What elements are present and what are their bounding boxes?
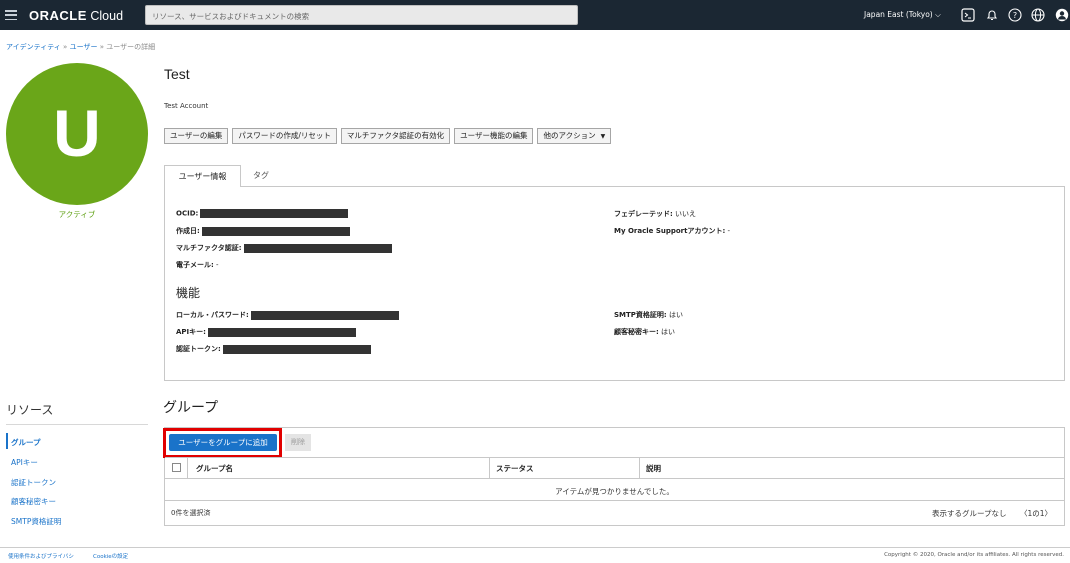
email-field: 電子メール: - xyxy=(176,261,219,269)
capabilities-heading: 機能 xyxy=(176,286,201,300)
reset-password-button[interactable]: パスワードの作成/リセット xyxy=(232,128,337,144)
breadcrumb-users[interactable]: ユーザー xyxy=(70,43,98,51)
auth-token-field: 認証トークン: xyxy=(176,344,371,354)
column-group-name[interactable]: グループ名 xyxy=(196,463,233,474)
enable-mfa-button[interactable]: マルチファクタ認証の有効化 xyxy=(340,128,451,144)
showing-text: 表示するグループなし xyxy=(932,509,1007,518)
divider xyxy=(0,547,1070,548)
support-account-field: My Oracle Supportアカウント: - xyxy=(614,227,731,235)
groups-heading: グループ xyxy=(163,399,219,415)
divider xyxy=(165,500,1064,501)
redacted-value xyxy=(207,327,356,337)
redacted-value xyxy=(250,310,399,320)
resources-heading: リソース xyxy=(6,403,54,417)
breadcrumb-current: ユーザーの詳細 xyxy=(106,43,156,51)
copyright: Copyright © 2020, Oracle and/or its affi… xyxy=(884,552,1064,558)
page-title: Test xyxy=(164,66,190,82)
redacted-value xyxy=(200,209,349,218)
highlight-box xyxy=(163,428,282,458)
sidebar-item-smtp-credentials[interactable]: SMTP資格証明 xyxy=(11,516,61,527)
column-status[interactable]: ステータス xyxy=(496,463,534,474)
caret-down-icon: ▼ xyxy=(600,133,606,140)
redacted-value xyxy=(243,243,392,253)
help-icon[interactable]: ? xyxy=(1008,8,1022,22)
sidebar-item-auth-tokens[interactable]: 認証トークン xyxy=(11,477,56,488)
cookie-settings-link[interactable]: Cookieの設定 xyxy=(93,552,128,560)
chevron-down-icon: ⌵ xyxy=(935,10,941,19)
divider xyxy=(6,424,148,425)
breadcrumb-identity[interactable]: アイデンティティ xyxy=(6,43,61,51)
sidebar-item-groups[interactable]: グループ xyxy=(11,437,41,448)
more-actions-button[interactable]: 他のアクション ▼ xyxy=(537,128,612,144)
next-page-icon[interactable]: 〉 xyxy=(1045,509,1053,518)
prev-page-icon[interactable]: 〈 xyxy=(1020,509,1028,518)
globe-icon[interactable] xyxy=(1031,8,1045,22)
select-all-checkbox[interactable] xyxy=(172,463,181,472)
sidebar-item-api-keys[interactable]: APIキー xyxy=(11,457,38,468)
empty-message: アイテムが見つかりませんでした。 xyxy=(555,487,674,496)
column-divider xyxy=(639,458,640,479)
search-input[interactable]: リソース、サービスおよびドキュメントの検索 xyxy=(145,5,578,25)
created-field: 作成日: xyxy=(176,226,350,236)
redacted-value xyxy=(201,226,350,236)
column-divider xyxy=(187,458,188,479)
user-status: アクティブ xyxy=(58,210,96,219)
menu-icon[interactable] xyxy=(5,10,17,21)
svg-text:?: ? xyxy=(1013,11,1017,20)
redacted-value xyxy=(222,344,371,354)
user-description: Test Account xyxy=(164,102,209,110)
oracle-cloud-logo[interactable]: ORACLE Cloud xyxy=(29,8,123,23)
ocid-field: OCID: xyxy=(176,209,349,218)
delete-button[interactable]: 削除 xyxy=(285,434,311,451)
tab-tags[interactable]: タグ xyxy=(245,165,277,187)
edit-capabilities-button[interactable]: ユーザー機能の編集 xyxy=(454,128,534,144)
region-selector[interactable]: Japan East (Tokyo) ⌵ xyxy=(864,10,941,20)
terminal-icon[interactable] xyxy=(961,8,975,22)
pagination: 〈1の1〉 xyxy=(1020,509,1053,518)
customer-secret-field: 顧客秘密キー: はい xyxy=(614,328,676,336)
top-bar: ORACLE Cloud リソース、サービスおよびドキュメントの検索 Japan… xyxy=(0,0,1070,30)
avatar: U xyxy=(6,63,148,205)
selected-count: 0件を選択済 xyxy=(171,509,211,517)
terms-link[interactable]: 使用条件およびプライバシ xyxy=(8,552,74,560)
bell-icon[interactable] xyxy=(985,8,999,22)
smtp-field: SMTP資格証明: はい xyxy=(614,311,683,319)
sidebar-item-customer-secret-keys[interactable]: 顧客秘密キー xyxy=(11,496,56,507)
edit-user-button[interactable]: ユーザーの編集 xyxy=(164,128,229,144)
table-header: グループ名 ステータス 説明 xyxy=(165,457,1064,479)
action-toolbar: ユーザーの編集 パスワードの作成/リセット マルチファクタ認証の有効化 ユーザー… xyxy=(164,128,612,144)
mfa-field: マルチファクタ認証: xyxy=(176,243,392,253)
federated-field: フェデレーテッド: いいえ xyxy=(614,210,697,218)
tab-user-info[interactable]: ユーザー情報 xyxy=(164,165,241,187)
user-icon[interactable] xyxy=(1055,8,1069,22)
active-indicator xyxy=(6,433,8,449)
local-password-field: ローカル・パスワード: xyxy=(176,310,399,320)
api-key-field: APIキー: xyxy=(176,327,356,337)
column-divider xyxy=(489,458,490,479)
breadcrumb: アイデンティティ » ユーザー » ユーザーの詳細 xyxy=(6,43,156,51)
column-description[interactable]: 説明 xyxy=(646,463,661,474)
